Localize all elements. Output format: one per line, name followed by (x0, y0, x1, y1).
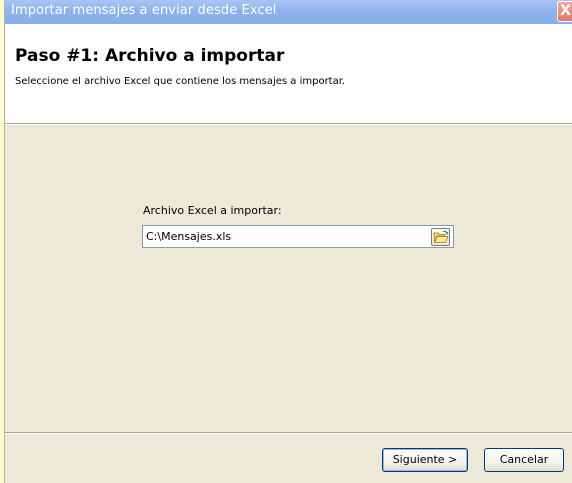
step-description: Seleccione el archivo Excel que contiene… (15, 76, 346, 87)
browse-button[interactable] (431, 228, 450, 246)
file-field-label: Archivo Excel a importar: (143, 204, 282, 217)
title-bar[interactable]: Importar mensajes a enviar desde Excel X (5, 0, 572, 24)
step-title: Paso #1: Archivo a importar (15, 46, 285, 66)
footer-divider (5, 432, 572, 434)
header-divider (5, 123, 572, 125)
file-path-input[interactable] (146, 229, 421, 244)
close-button[interactable]: X (557, 1, 572, 22)
import-wizard-window: Importar mensajes a enviar desde Excel X… (4, 0, 572, 483)
close-icon: X (560, 3, 571, 19)
cancel-button[interactable]: Cancelar (484, 448, 564, 472)
file-path-field (142, 225, 454, 248)
wizard-header: Paso #1: Archivo a importar Seleccione e… (5, 24, 572, 123)
window-title: Importar mensajes a enviar desde Excel (11, 3, 277, 18)
next-button[interactable]: Siguiente > (382, 448, 468, 472)
open-folder-icon (433, 230, 449, 243)
